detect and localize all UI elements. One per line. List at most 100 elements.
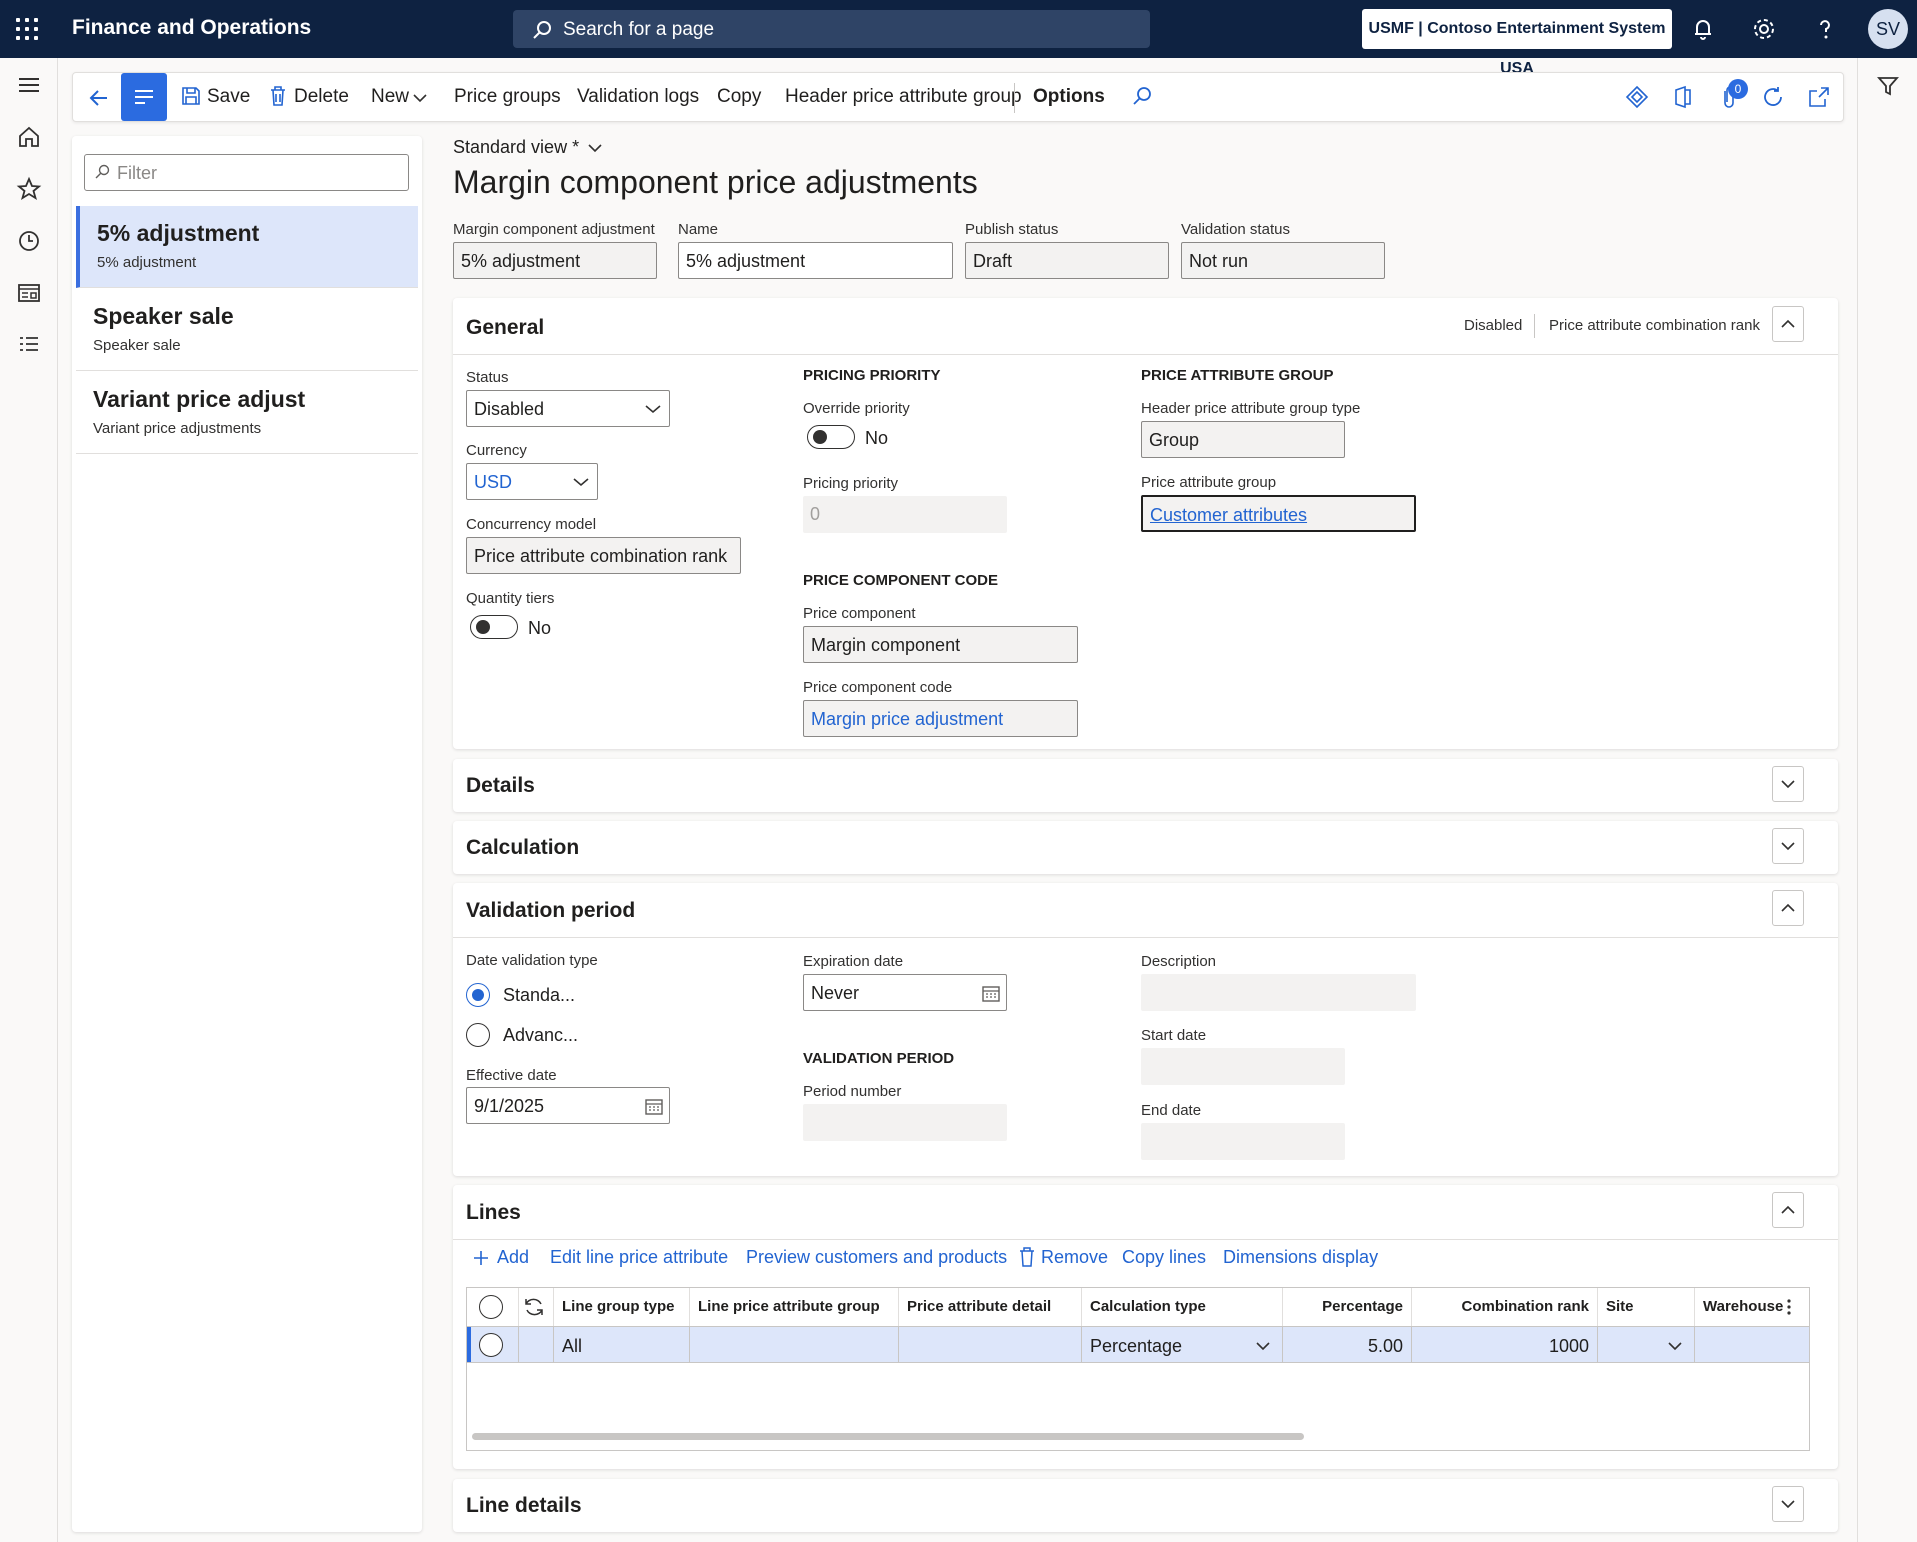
power-apps-icon[interactable] <box>1625 85 1649 109</box>
app-title[interactable]: Finance and Operations <box>72 16 311 40</box>
start-date-field[interactable] <box>1141 1048 1345 1085</box>
options-tab[interactable]: Options <box>1033 86 1105 108</box>
hamburger-icon[interactable] <box>16 72 42 98</box>
concurrency-model-field[interactable]: Price attribute combination rank <box>466 537 741 574</box>
field-label: Quantity tiers <box>466 590 555 607</box>
standard-radio[interactable] <box>466 983 490 1007</box>
gear-icon[interactable] <box>1751 16 1777 42</box>
quantity-tiers-toggle[interactable] <box>470 615 518 639</box>
header-group-type-field[interactable]: Group <box>1141 421 1345 458</box>
chevron-down-icon[interactable] <box>1256 1341 1270 1351</box>
expand-button[interactable] <box>1772 766 1804 802</box>
price-component-code-link[interactable]: Margin price adjustment <box>811 709 1003 729</box>
column-header[interactable]: Combination rank <box>1411 1298 1589 1315</box>
section-header[interactable]: Lines <box>466 1201 521 1225</box>
calculation-type-cell[interactable]: Percentage <box>1090 1336 1182 1357</box>
line-group-type-cell[interactable]: All <box>562 1336 582 1357</box>
pricing-priority-field[interactable]: 0 <box>803 496 1007 533</box>
company-picker[interactable]: USMF | Contoso Entertainment System USA <box>1362 9 1672 77</box>
star-icon[interactable] <box>16 176 42 202</box>
section-header[interactable]: Validation period <box>466 899 635 923</box>
name-field[interactable]: 5% adjustment <box>678 242 953 279</box>
preview-customers-button[interactable]: Preview customers and products <box>746 1247 1007 1268</box>
effective-date-field[interactable]: 9/1/2025 <box>466 1087 670 1124</box>
calendar-icon[interactable] <box>981 983 1001 1003</box>
more-options-icon[interactable] <box>1786 1297 1792 1317</box>
column-header[interactable]: Percentage <box>1282 1298 1403 1315</box>
header-price-attribute-group-button[interactable]: Header price attribute group <box>785 86 1022 108</box>
copy-lines-button[interactable]: Copy lines <box>1122 1247 1206 1268</box>
override-priority-toggle[interactable] <box>807 425 855 449</box>
list-item[interactable]: Variant price adjust Variant price adjus… <box>76 372 418 454</box>
column-header[interactable]: Line group type <box>562 1298 675 1315</box>
select-all-checkbox[interactable] <box>479 1295 503 1319</box>
publish-status-field[interactable]: Draft <box>965 242 1169 279</box>
delete-button[interactable]: Delete <box>294 86 349 108</box>
expand-button[interactable] <box>1772 828 1804 864</box>
advanced-radio[interactable] <box>466 1023 490 1047</box>
refresh-icon[interactable] <box>522 1296 546 1318</box>
validation-logs-button[interactable]: Validation logs <box>577 86 699 108</box>
office-icon[interactable] <box>1671 85 1695 109</box>
back-arrow-icon[interactable] <box>87 86 111 110</box>
filter-icon[interactable] <box>1876 74 1900 98</box>
horizontal-scrollbar[interactable] <box>472 1433 1304 1440</box>
percentage-cell[interactable]: 5.00 <box>1282 1336 1403 1357</box>
row-checkbox[interactable] <box>479 1333 503 1357</box>
adjustment-field[interactable]: 5% adjustment <box>453 242 657 279</box>
combination-rank-cell[interactable]: 1000 <box>1411 1336 1589 1357</box>
home-icon[interactable] <box>16 124 42 150</box>
bell-icon[interactable] <box>1690 16 1716 42</box>
view-selector[interactable]: Standard view * <box>453 137 602 158</box>
collapse-button[interactable] <box>1772 306 1804 342</box>
collapse-button[interactable] <box>1772 890 1804 926</box>
calendar-icon[interactable] <box>644 1096 664 1116</box>
status-dropdown[interactable]: Disabled <box>466 390 670 427</box>
app-launcher-icon[interactable] <box>16 18 38 40</box>
open-new-window-icon[interactable] <box>1807 85 1831 109</box>
search-icon[interactable] <box>1131 85 1153 107</box>
description-field[interactable] <box>1141 974 1416 1011</box>
price-attribute-group-field[interactable]: Customer attributes <box>1141 495 1416 532</box>
edit-line-price-attribute-button[interactable]: Edit line price attribute <box>550 1247 728 1268</box>
column-header[interactable]: Site <box>1606 1298 1634 1315</box>
column-header[interactable]: Price attribute detail <box>907 1298 1051 1315</box>
validation-status-field[interactable]: Not run <box>1181 242 1385 279</box>
price-groups-button[interactable]: Price groups <box>454 86 561 108</box>
new-button[interactable]: New <box>371 86 409 108</box>
section-header[interactable]: General <box>466 316 544 340</box>
collapse-button[interactable] <box>1772 1192 1804 1228</box>
chevron-down-icon[interactable] <box>1668 1341 1682 1351</box>
end-date-field[interactable] <box>1141 1123 1345 1160</box>
period-number-field[interactable] <box>803 1104 1007 1141</box>
dimensions-display-button[interactable]: Dimensions display <box>1223 1247 1378 1268</box>
list-item[interactable]: 5% adjustment 5% adjustment <box>76 206 418 288</box>
modules-icon[interactable] <box>16 332 42 358</box>
remove-line-button[interactable]: Remove <box>1041 1247 1108 1268</box>
section-header[interactable]: Calculation <box>466 836 579 860</box>
table-row[interactable]: All Percentage 5.00 1000 <box>467 1326 1809 1363</box>
expiration-date-field[interactable]: Never <box>803 974 1007 1011</box>
save-button[interactable]: Save <box>207 86 250 108</box>
workspaces-icon[interactable] <box>16 280 42 306</box>
column-header[interactable]: Calculation type <box>1090 1298 1206 1315</box>
add-line-button[interactable]: Add <box>497 1247 529 1268</box>
list-item[interactable]: Speaker sale Speaker sale <box>76 289 418 371</box>
copy-button[interactable]: Copy <box>717 86 761 108</box>
avatar[interactable]: SV <box>1868 9 1908 49</box>
refresh-icon[interactable] <box>1761 85 1785 109</box>
help-icon[interactable] <box>1812 16 1838 42</box>
expand-button[interactable] <box>1772 1486 1804 1522</box>
list-toggle-button[interactable] <box>121 73 167 121</box>
price-component-field[interactable]: Margin component <box>803 626 1078 663</box>
search-box[interactable]: Search for a page <box>513 10 1150 48</box>
price-component-code-field[interactable]: Margin price adjustment <box>803 700 1078 737</box>
currency-dropdown[interactable]: USD <box>466 463 598 500</box>
column-header[interactable]: Line price attribute group <box>698 1298 880 1315</box>
filter-input[interactable]: Filter <box>84 154 409 191</box>
price-attribute-group-link[interactable]: Customer attributes <box>1150 505 1307 525</box>
section-header[interactable]: Line details <box>466 1494 582 1518</box>
column-header[interactable]: Warehouse <box>1703 1298 1783 1315</box>
clock-icon[interactable] <box>16 228 42 254</box>
section-header[interactable]: Details <box>466 774 535 798</box>
